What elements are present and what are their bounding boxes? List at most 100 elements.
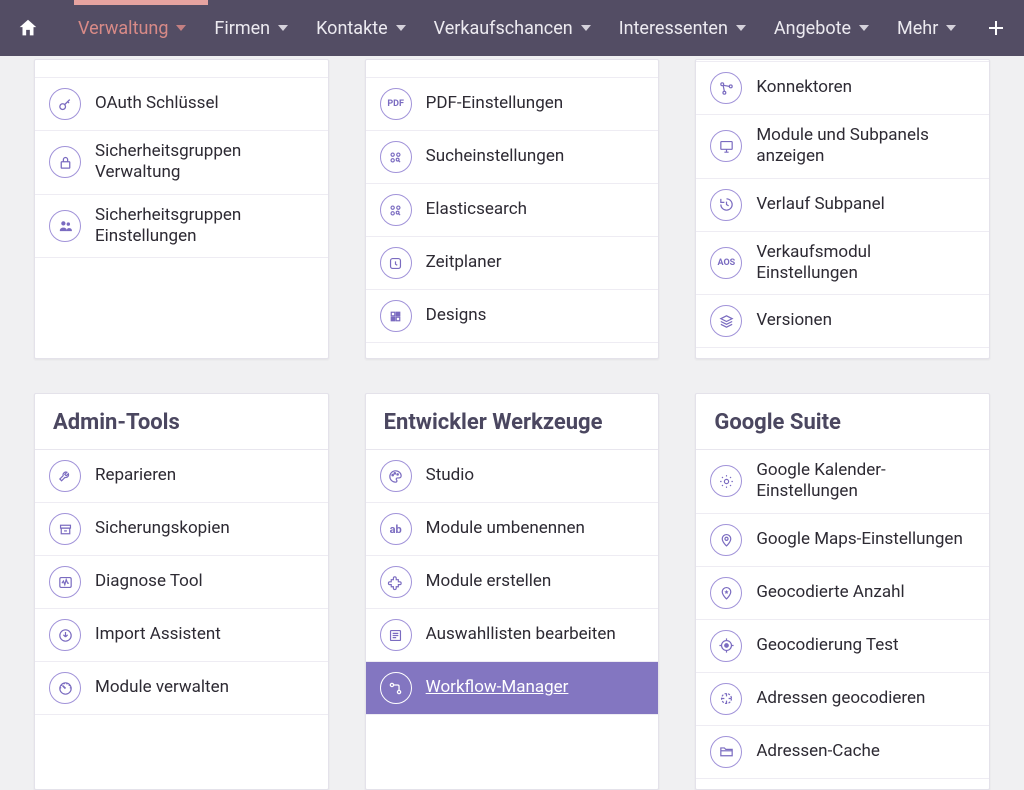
row-workflow-manager[interactable]: Workflow-Manager bbox=[366, 662, 659, 715]
card-modules: Konnektoren Module und Subpanels anzeige… bbox=[695, 59, 990, 359]
row-label: Elasticsearch bbox=[426, 199, 527, 220]
clock-icon bbox=[380, 247, 412, 279]
search-grid-icon bbox=[380, 141, 412, 173]
row-label: Verlauf Subpanel bbox=[756, 194, 884, 215]
row-adressen-geocodieren[interactable]: Adressen geocodieren bbox=[696, 673, 989, 726]
row-label: Sicherheitsgruppen Verwaltung bbox=[95, 141, 314, 184]
row-label: Diagnose Tool bbox=[95, 571, 203, 592]
row-partial-top[interactable] bbox=[35, 60, 328, 78]
row-elasticsearch[interactable]: Elasticsearch bbox=[366, 184, 659, 237]
row-module-umbenennen[interactable]: ab Module umbenennen bbox=[366, 503, 659, 556]
card-title: Entwickler Werkzeuge bbox=[366, 394, 659, 450]
home-icon[interactable] bbox=[10, 10, 46, 46]
row-oauth-schluessel[interactable]: OAuth Schlüssel bbox=[35, 78, 328, 131]
row-label: Google Maps-Einstellungen bbox=[756, 529, 963, 550]
row-geocodierte-anzahl[interactable]: Geocodierte Anzahl bbox=[696, 567, 989, 620]
nav-label: Verkaufschancen bbox=[434, 18, 573, 39]
row-module-erstellen[interactable]: Module erstellen bbox=[366, 556, 659, 609]
row-auswahllisten-bearbeiten[interactable]: Auswahllisten bearbeiten bbox=[366, 609, 659, 662]
row-label: Geocodierte Anzahl bbox=[756, 582, 904, 603]
pulse-icon bbox=[49, 566, 81, 598]
row-module-verwalten[interactable]: Module verwalten bbox=[35, 662, 328, 715]
wrench-icon bbox=[49, 460, 81, 492]
folder-icon bbox=[710, 736, 742, 768]
card-admin-tools: Admin-Tools Reparieren Sicherungskopien … bbox=[34, 393, 329, 790]
row-label: Konnektoren bbox=[756, 77, 852, 98]
admin-grid: OAuth Schlüssel Sicherheitsgruppen Verwa… bbox=[0, 59, 1024, 790]
row-sicherungskopien[interactable]: Sicherungskopien bbox=[35, 503, 328, 556]
row-zeitplaner[interactable]: Zeitplaner bbox=[366, 237, 659, 290]
nav-label: Mehr bbox=[897, 18, 938, 39]
card-title: Google Suite bbox=[696, 394, 989, 450]
chevron-down-icon bbox=[278, 25, 288, 31]
row-google-kalender-einstellungen[interactable]: Google Kalender-Einstellungen bbox=[696, 450, 989, 514]
squares-icon bbox=[380, 300, 412, 332]
row-studio[interactable]: Studio bbox=[366, 450, 659, 503]
chevron-down-icon bbox=[581, 25, 591, 31]
crosshair-icon bbox=[710, 683, 742, 715]
row-label: Adressen-Cache bbox=[756, 741, 880, 762]
row-label: Module verwalten bbox=[95, 677, 229, 698]
row-label: Zeitplaner bbox=[426, 252, 502, 273]
row-label: Versionen bbox=[756, 310, 832, 331]
nav-item-verwaltung[interactable]: Verwaltung bbox=[64, 0, 200, 56]
monitor-icon bbox=[710, 130, 742, 162]
row-reparieren[interactable]: Reparieren bbox=[35, 450, 328, 503]
row-diagnose-tool[interactable]: Diagnose Tool bbox=[35, 556, 328, 609]
row-sucheinstellungen[interactable]: Sucheinstellungen bbox=[366, 131, 659, 184]
lock-icon bbox=[49, 146, 81, 178]
list-icon bbox=[380, 619, 412, 651]
row-pdf-einstellungen[interactable]: PDF PDF-Einstellungen bbox=[366, 78, 659, 131]
nav-item-verkaufschancen[interactable]: Verkaufschancen bbox=[420, 0, 605, 56]
history-icon bbox=[710, 189, 742, 221]
row-sicherheitsgruppen-verwaltung[interactable]: Sicherheitsgruppen Verwaltung bbox=[35, 131, 328, 195]
row-label: OAuth Schlüssel bbox=[95, 93, 219, 114]
row-verkaufsmodul-einstellungen[interactable]: AOS Verkaufsmodul Einstellungen bbox=[696, 232, 989, 296]
row-sicherheitsgruppen-einstellungen[interactable]: Sicherheitsgruppen Einstellungen bbox=[35, 195, 328, 259]
row-label: Module und Subpanels anzeigen bbox=[756, 125, 975, 168]
aos-icon: AOS bbox=[710, 247, 742, 279]
nav-label: Interessenten bbox=[619, 18, 728, 39]
row-verlauf-subpanel[interactable]: Verlauf Subpanel bbox=[696, 179, 989, 232]
gear-icon bbox=[710, 465, 742, 497]
nav-item-angebote[interactable]: Angebote bbox=[760, 0, 883, 56]
row-label: Adressen geocodieren bbox=[756, 688, 925, 709]
people-icon bbox=[49, 210, 81, 242]
row-label: PDF-Einstellungen bbox=[426, 93, 564, 114]
nav-item-kontakte[interactable]: Kontakte bbox=[302, 0, 420, 56]
nav-label: Kontakte bbox=[316, 18, 388, 39]
row-label: Module erstellen bbox=[426, 571, 552, 592]
row-versionen[interactable]: Versionen bbox=[696, 295, 989, 348]
layers-icon bbox=[710, 305, 742, 337]
card-security: OAuth Schlüssel Sicherheitsgruppen Verwa… bbox=[34, 59, 329, 359]
plus-icon[interactable] bbox=[978, 10, 1014, 46]
chevron-down-icon bbox=[396, 25, 406, 31]
chevron-down-icon bbox=[736, 25, 746, 31]
archive-icon bbox=[49, 513, 81, 545]
row-import-assistent[interactable]: Import Assistent bbox=[35, 609, 328, 662]
row-adressen-cache[interactable]: Adressen-Cache bbox=[696, 726, 989, 779]
row-konnektoren[interactable]: Konnektoren bbox=[696, 62, 989, 115]
row-label: Workflow-Manager bbox=[426, 677, 569, 698]
row-label: Module umbenennen bbox=[426, 518, 585, 539]
top-nav: Verwaltung Firmen Kontakte Verkaufschanc… bbox=[0, 0, 1024, 56]
row-designs[interactable]: Designs bbox=[366, 290, 659, 343]
puzzle-icon bbox=[380, 566, 412, 598]
workflow-icon bbox=[380, 672, 412, 704]
row-google-maps-einstellungen[interactable]: Google Maps-Einstellungen bbox=[696, 514, 989, 567]
nav-item-interessenten[interactable]: Interessenten bbox=[605, 0, 760, 56]
row-partial-top[interactable] bbox=[366, 60, 659, 78]
row-label: Verkaufsmodul Einstellungen bbox=[756, 242, 975, 285]
row-label: Sucheinstellungen bbox=[426, 146, 565, 167]
row-label: Reparieren bbox=[95, 465, 176, 486]
row-label: Google Kalender-Einstellungen bbox=[756, 460, 975, 503]
nav-item-mehr[interactable]: Mehr bbox=[883, 0, 970, 56]
gauge-icon bbox=[49, 672, 81, 704]
row-module-und-subpanels-anzeigen[interactable]: Module und Subpanels anzeigen bbox=[696, 115, 989, 179]
nav-item-firmen[interactable]: Firmen bbox=[200, 0, 302, 56]
map-pin-icon bbox=[710, 524, 742, 556]
pdf-icon: PDF bbox=[380, 88, 412, 120]
search-grid-icon bbox=[380, 194, 412, 226]
import-icon bbox=[49, 619, 81, 651]
row-geocodierung-test[interactable]: Geocodierung Test bbox=[696, 620, 989, 673]
